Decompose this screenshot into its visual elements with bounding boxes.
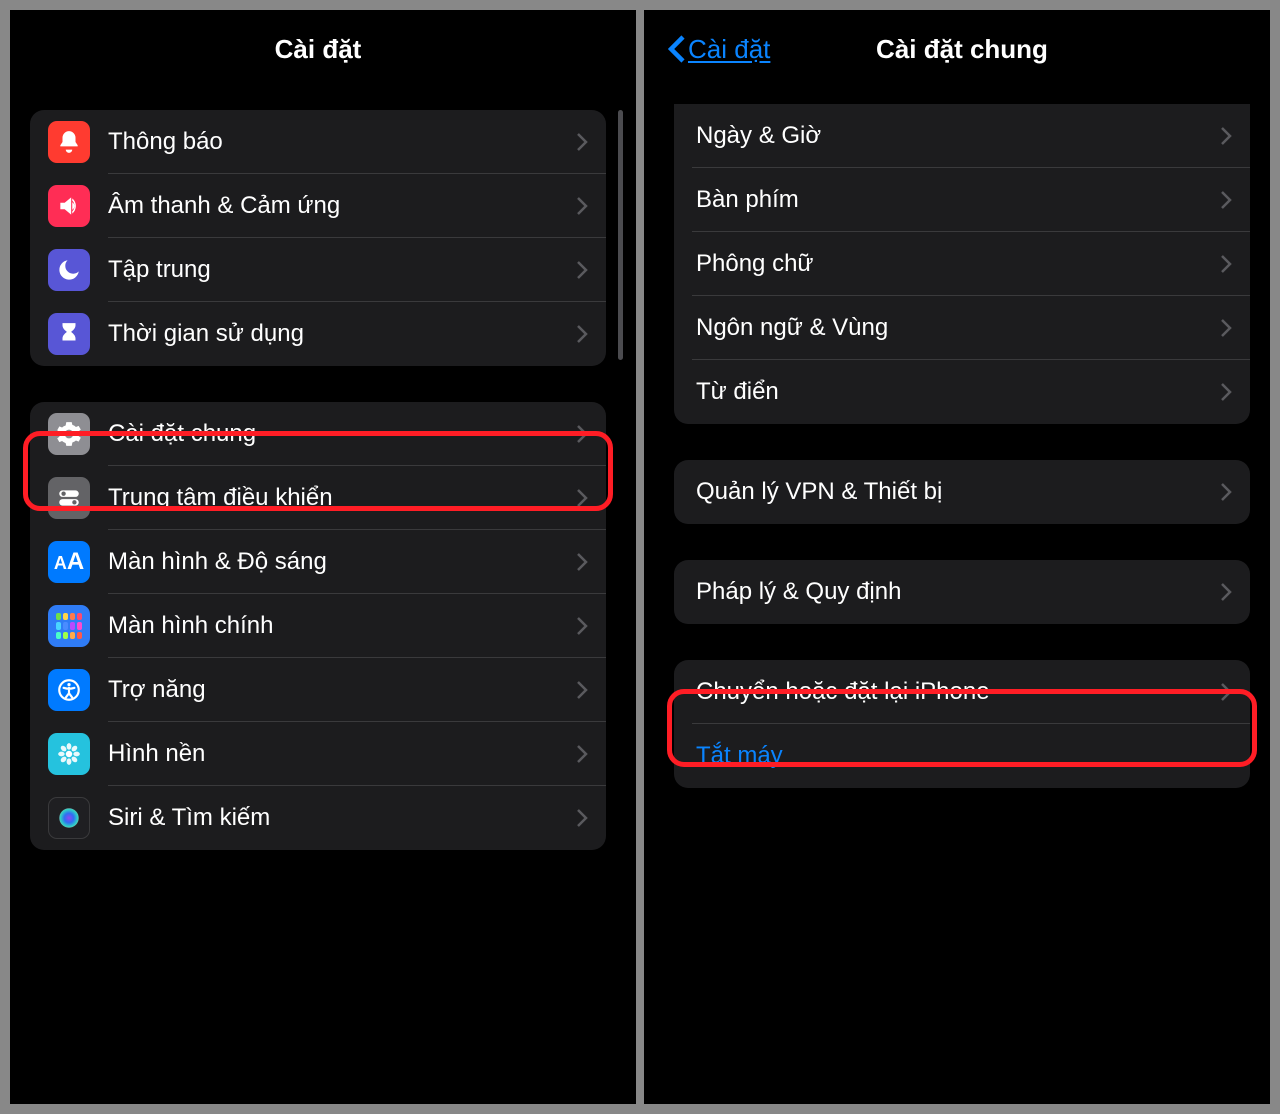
- row-focus[interactable]: Tập trung: [30, 238, 606, 302]
- row-label: Thông báo: [108, 128, 576, 156]
- chevron-right-icon: [1220, 126, 1232, 146]
- row-shutdown[interactable]: Tắt máy: [674, 724, 1250, 788]
- general-group-1: Ngày & Giờ Bàn phím Phông chữ Ngôn ngữ &…: [674, 104, 1250, 424]
- page-title: Cài đặt chung: [876, 34, 1048, 65]
- row-label: Cài đặt chung: [108, 420, 576, 448]
- chevron-right-icon: [576, 324, 588, 344]
- row-label: Siri & Tìm kiếm: [108, 804, 576, 832]
- row-accessibility[interactable]: Trợ năng: [30, 658, 606, 722]
- row-label: Hình nền: [108, 740, 576, 768]
- row-label: Màn hình & Độ sáng: [108, 548, 576, 576]
- chevron-right-icon: [1220, 318, 1232, 338]
- flower-icon: [48, 733, 90, 775]
- row-transfer-reset[interactable]: Chuyển hoặc đặt lại iPhone: [674, 660, 1250, 724]
- row-homescreen[interactable]: Màn hình chính: [30, 594, 606, 658]
- row-label: Âm thanh & Cảm ứng: [108, 192, 576, 220]
- chevron-right-icon: [576, 260, 588, 280]
- switches-icon: [48, 477, 90, 519]
- row-control-center[interactable]: Trung tâm điều khiển: [30, 466, 606, 530]
- row-fonts[interactable]: Phông chữ: [674, 232, 1250, 296]
- row-label: Trung tâm điều khiển: [108, 484, 576, 512]
- screenshot-divider: [636, 10, 644, 1104]
- row-label: Tắt máy: [696, 742, 1232, 770]
- row-label: Màn hình chính: [108, 612, 576, 640]
- chevron-right-icon: [576, 744, 588, 764]
- row-label: Bàn phím: [696, 186, 1220, 214]
- screen-settings: Cài đặt Thông báo Âm thanh & Cảm ứng: [10, 10, 626, 1104]
- row-date-time[interactable]: Ngày & Giờ: [674, 104, 1250, 168]
- settings-group-2: Cài đặt chung Trung tâm điều khiển: [30, 402, 606, 850]
- header: Cài đặt Cài đặt chung: [654, 16, 1270, 82]
- chevron-right-icon: [576, 424, 588, 444]
- row-label: Phông chữ: [696, 250, 1220, 278]
- row-siri[interactable]: Siri & Tìm kiếm: [30, 786, 606, 850]
- chevron-right-icon: [1220, 190, 1232, 210]
- screen-general: Cài đặt Cài đặt chung Ngày & Giờ Bàn phí…: [654, 10, 1270, 1104]
- textsize-icon: AA: [48, 541, 90, 583]
- row-label: Trợ năng: [108, 676, 576, 704]
- chevron-right-icon: [576, 616, 588, 636]
- row-label: Ngày & Giờ: [696, 122, 1220, 150]
- back-button[interactable]: Cài đặt: [668, 16, 770, 82]
- row-screentime[interactable]: Thời gian sử dụng: [30, 302, 606, 366]
- gear-icon: [48, 413, 90, 455]
- row-label: Thời gian sử dụng: [108, 320, 576, 348]
- back-label: Cài đặt: [688, 34, 770, 65]
- chevron-right-icon: [1220, 582, 1232, 602]
- row-general[interactable]: Cài đặt chung: [30, 402, 606, 466]
- chevron-right-icon: [1220, 254, 1232, 274]
- chevron-right-icon: [576, 680, 588, 700]
- general-group-2: Quản lý VPN & Thiết bị: [674, 460, 1250, 524]
- row-label: Chuyển hoặc đặt lại iPhone: [696, 678, 1220, 706]
- settings-group-1: Thông báo Âm thanh & Cảm ứng T: [30, 110, 606, 366]
- row-dictionary[interactable]: Từ điển: [674, 360, 1250, 424]
- chevron-right-icon: [576, 132, 588, 152]
- homescreen-icon: [48, 605, 90, 647]
- chevron-right-icon: [576, 196, 588, 216]
- bell-icon: [48, 121, 90, 163]
- row-legal[interactable]: Pháp lý & Quy định: [674, 560, 1250, 624]
- row-wallpaper[interactable]: Hình nền: [30, 722, 606, 786]
- general-group-3: Pháp lý & Quy định: [674, 560, 1250, 624]
- chevron-right-icon: [1220, 382, 1232, 402]
- chevron-right-icon: [576, 552, 588, 572]
- general-group-4: Chuyển hoặc đặt lại iPhone Tắt máy: [674, 660, 1250, 788]
- row-label: Pháp lý & Quy định: [696, 578, 1220, 606]
- dual-screenshot-frame: Cài đặt Thông báo Âm thanh & Cảm ứng: [10, 10, 1270, 1104]
- row-notifications[interactable]: Thông báo: [30, 110, 606, 174]
- sound-icon: [48, 185, 90, 227]
- row-label: Từ điển: [696, 378, 1220, 406]
- hourglass-icon: [48, 313, 90, 355]
- row-keyboard[interactable]: Bàn phím: [674, 168, 1250, 232]
- content: Ngày & Giờ Bàn phím Phông chữ Ngôn ngữ &…: [654, 104, 1270, 788]
- chevron-right-icon: [1220, 482, 1232, 502]
- row-label: Quản lý VPN & Thiết bị: [696, 478, 1220, 506]
- row-vpn-device[interactable]: Quản lý VPN & Thiết bị: [674, 460, 1250, 524]
- row-label: Ngôn ngữ & Vùng: [696, 314, 1220, 342]
- row-language-region[interactable]: Ngôn ngữ & Vùng: [674, 296, 1250, 360]
- row-display[interactable]: AA Màn hình & Độ sáng: [30, 530, 606, 594]
- row-sounds[interactable]: Âm thanh & Cảm ứng: [30, 174, 606, 238]
- row-label: Tập trung: [108, 256, 576, 284]
- header: Cài đặt: [10, 16, 626, 82]
- chevron-right-icon: [1220, 682, 1232, 702]
- chevron-right-icon: [576, 808, 588, 828]
- content: Thông báo Âm thanh & Cảm ứng T: [10, 110, 626, 850]
- page-title: Cài đặt: [275, 34, 362, 65]
- chevron-right-icon: [576, 488, 588, 508]
- accessibility-icon: [48, 669, 90, 711]
- moon-icon: [48, 249, 90, 291]
- siri-icon: [48, 797, 90, 839]
